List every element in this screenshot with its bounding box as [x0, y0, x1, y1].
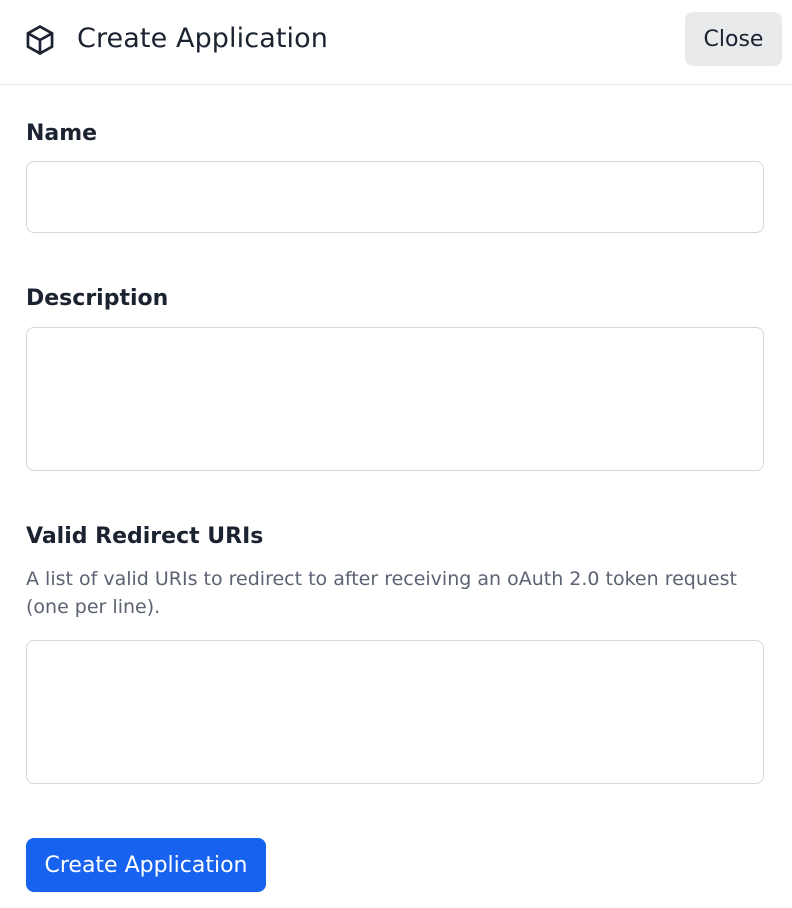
close-button[interactable]: Close	[685, 12, 782, 66]
create-application-button[interactable]: Create Application	[26, 838, 266, 892]
description-label: Description	[26, 286, 169, 311]
redirect-uris-help: A list of valid URIs to redirect to afte…	[26, 568, 737, 618]
name-input[interactable]	[26, 161, 764, 233]
description-textarea[interactable]	[26, 327, 764, 471]
dialog-header: Create Application Close	[0, 0, 792, 85]
dialog-title: Create Application	[77, 23, 328, 54]
cube-icon	[26, 25, 54, 55]
name-label: Name	[26, 121, 98, 146]
redirect-uris-label: Valid Redirect URIs	[26, 524, 264, 549]
redirect-uris-textarea[interactable]	[26, 640, 764, 784]
